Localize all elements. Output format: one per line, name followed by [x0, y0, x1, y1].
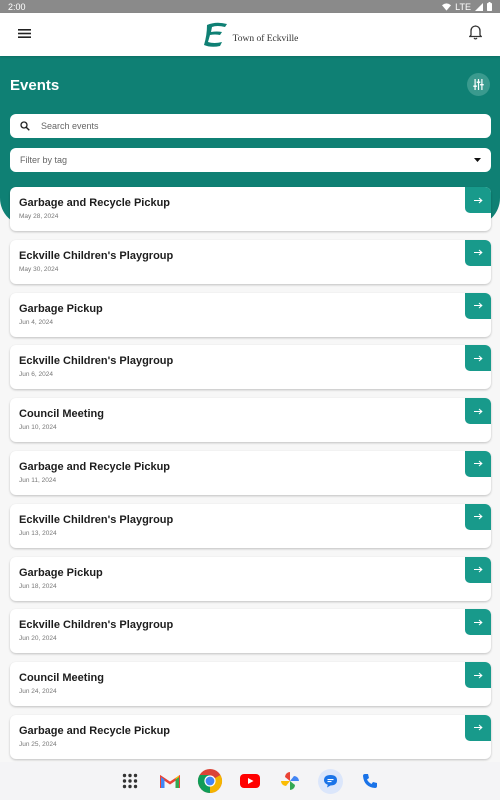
page-title: Events: [10, 77, 60, 94]
dropdown-arrow-icon: [474, 158, 481, 162]
search-input[interactable]: [41, 121, 461, 131]
town-logo: Town of Eckville: [202, 22, 299, 48]
event-date: Jun 20, 2024: [19, 635, 57, 643]
youtube-icon[interactable]: [230, 766, 270, 796]
event-card[interactable]: Council Meeting Jun 10, 2024: [10, 398, 491, 443]
event-date: Jun 25, 2024: [19, 740, 57, 748]
event-title: Garbage and Recycle Pickup: [19, 197, 171, 209]
event-date: Jun 24, 2024: [19, 688, 57, 696]
arrow-right-icon: [473, 355, 483, 362]
phone-icon[interactable]: [350, 766, 390, 796]
bell-icon[interactable]: [468, 24, 483, 45]
tag-filter-dropdown[interactable]: Filter by tag: [10, 148, 491, 172]
battery-icon: [487, 2, 492, 11]
arrow-right-icon: [473, 619, 483, 626]
event-card[interactable]: Eckville Children's Playgroup May 30, 20…: [10, 239, 491, 284]
app-dock: [0, 762, 500, 800]
status-time: 2:00: [8, 1, 26, 12]
messages-icon-bg: [317, 768, 343, 794]
status-icons: LTE: [442, 2, 492, 12]
arrow-right-icon: [473, 513, 483, 520]
status-bar: 2:00 LTE: [0, 0, 500, 13]
tag-filter-placeholder: Filter by tag: [20, 155, 68, 165]
network-type: LTE: [455, 1, 471, 12]
arrow-right-icon: [473, 461, 483, 467]
open-event-button[interactable]: [465, 609, 491, 636]
event-date: Jun 4, 2024: [19, 318, 53, 326]
photos-icon[interactable]: [270, 766, 310, 796]
open-event-button[interactable]: [465, 187, 491, 213]
event-date: Jun 13, 2024: [19, 529, 57, 537]
wifi-icon: [442, 2, 452, 11]
event-date: Jun 6, 2024: [19, 371, 53, 379]
event-date: Jun 11, 2024: [19, 476, 57, 484]
open-event-button[interactable]: [465, 714, 491, 741]
arrow-right-icon: [473, 566, 483, 573]
app-bar: Town of Eckville: [0, 13, 500, 56]
event-card[interactable]: Eckville Children's Playgroup Jun 20, 20…: [10, 609, 491, 654]
event-date: Jun 18, 2024: [19, 582, 57, 590]
event-title: Garbage and Recycle Pickup: [19, 724, 171, 737]
arrow-right-icon: [473, 672, 483, 679]
chrome-icon[interactable]: [190, 766, 230, 796]
arrow-right-icon: [473, 197, 483, 203]
event-card[interactable]: Garbage and Recycle Pickup Jun 11, 2024: [10, 450, 491, 495]
event-title: Eckville Children's Playgroup: [19, 355, 174, 368]
messages-icon[interactable]: [310, 766, 350, 796]
hamburger-menu-icon[interactable]: [18, 26, 31, 44]
event-list: Garbage and Recycle Pickup May 28, 2024 …: [10, 187, 491, 768]
open-event-button[interactable]: [465, 556, 491, 583]
gmail-icon[interactable]: [150, 766, 190, 796]
event-title: Eckville Children's Playgroup: [19, 249, 174, 262]
event-card[interactable]: Garbage Pickup Jun 18, 2024: [10, 556, 491, 601]
filter-settings-button[interactable]: [467, 73, 490, 96]
arrow-right-icon: [473, 249, 483, 256]
event-card[interactable]: Garbage Pickup Jun 4, 2024: [10, 292, 491, 337]
open-event-button[interactable]: [465, 239, 491, 266]
open-event-button[interactable]: [465, 450, 491, 477]
arrow-right-icon: [473, 302, 483, 309]
event-title: Garbage Pickup: [19, 302, 103, 315]
logo-text: Town of Eckville: [232, 33, 299, 44]
event-date: May 30, 2024: [19, 265, 59, 273]
signal-icon: [475, 2, 483, 11]
search-bar: [10, 114, 491, 138]
open-event-button[interactable]: [465, 662, 491, 689]
event-card[interactable]: Garbage and Recycle Pickup May 28, 2024: [10, 187, 491, 231]
event-title: Eckville Children's Playgroup: [19, 513, 174, 526]
event-card[interactable]: Eckville Children's Playgroup Jun 6, 202…: [10, 345, 491, 390]
apps-grid-icon[interactable]: [110, 766, 150, 796]
event-date: May 28, 2024: [19, 213, 59, 220]
event-title: Garbage and Recycle Pickup: [19, 460, 171, 473]
event-title: Council Meeting: [19, 408, 104, 421]
open-event-button[interactable]: [465, 503, 491, 530]
event-card[interactable]: Eckville Children's Playgroup Jun 13, 20…: [10, 503, 491, 548]
open-event-button[interactable]: [465, 292, 491, 319]
event-title: Council Meeting: [19, 672, 104, 685]
event-card[interactable]: Council Meeting Jun 24, 2024: [10, 662, 491, 707]
open-event-button[interactable]: [465, 345, 491, 372]
open-event-button[interactable]: [465, 398, 491, 425]
event-title: Garbage Pickup: [19, 566, 103, 579]
event-card[interactable]: Garbage and Recycle Pickup Jun 25, 2024: [10, 714, 491, 759]
search-icon: [20, 121, 30, 131]
event-date: Jun 10, 2024: [19, 424, 57, 432]
arrow-right-icon: [473, 408, 483, 415]
logo-mark-icon: [203, 22, 227, 47]
sliders-icon: [473, 79, 484, 90]
event-title: Eckville Children's Playgroup: [19, 619, 174, 632]
arrow-right-icon: [473, 725, 483, 731]
